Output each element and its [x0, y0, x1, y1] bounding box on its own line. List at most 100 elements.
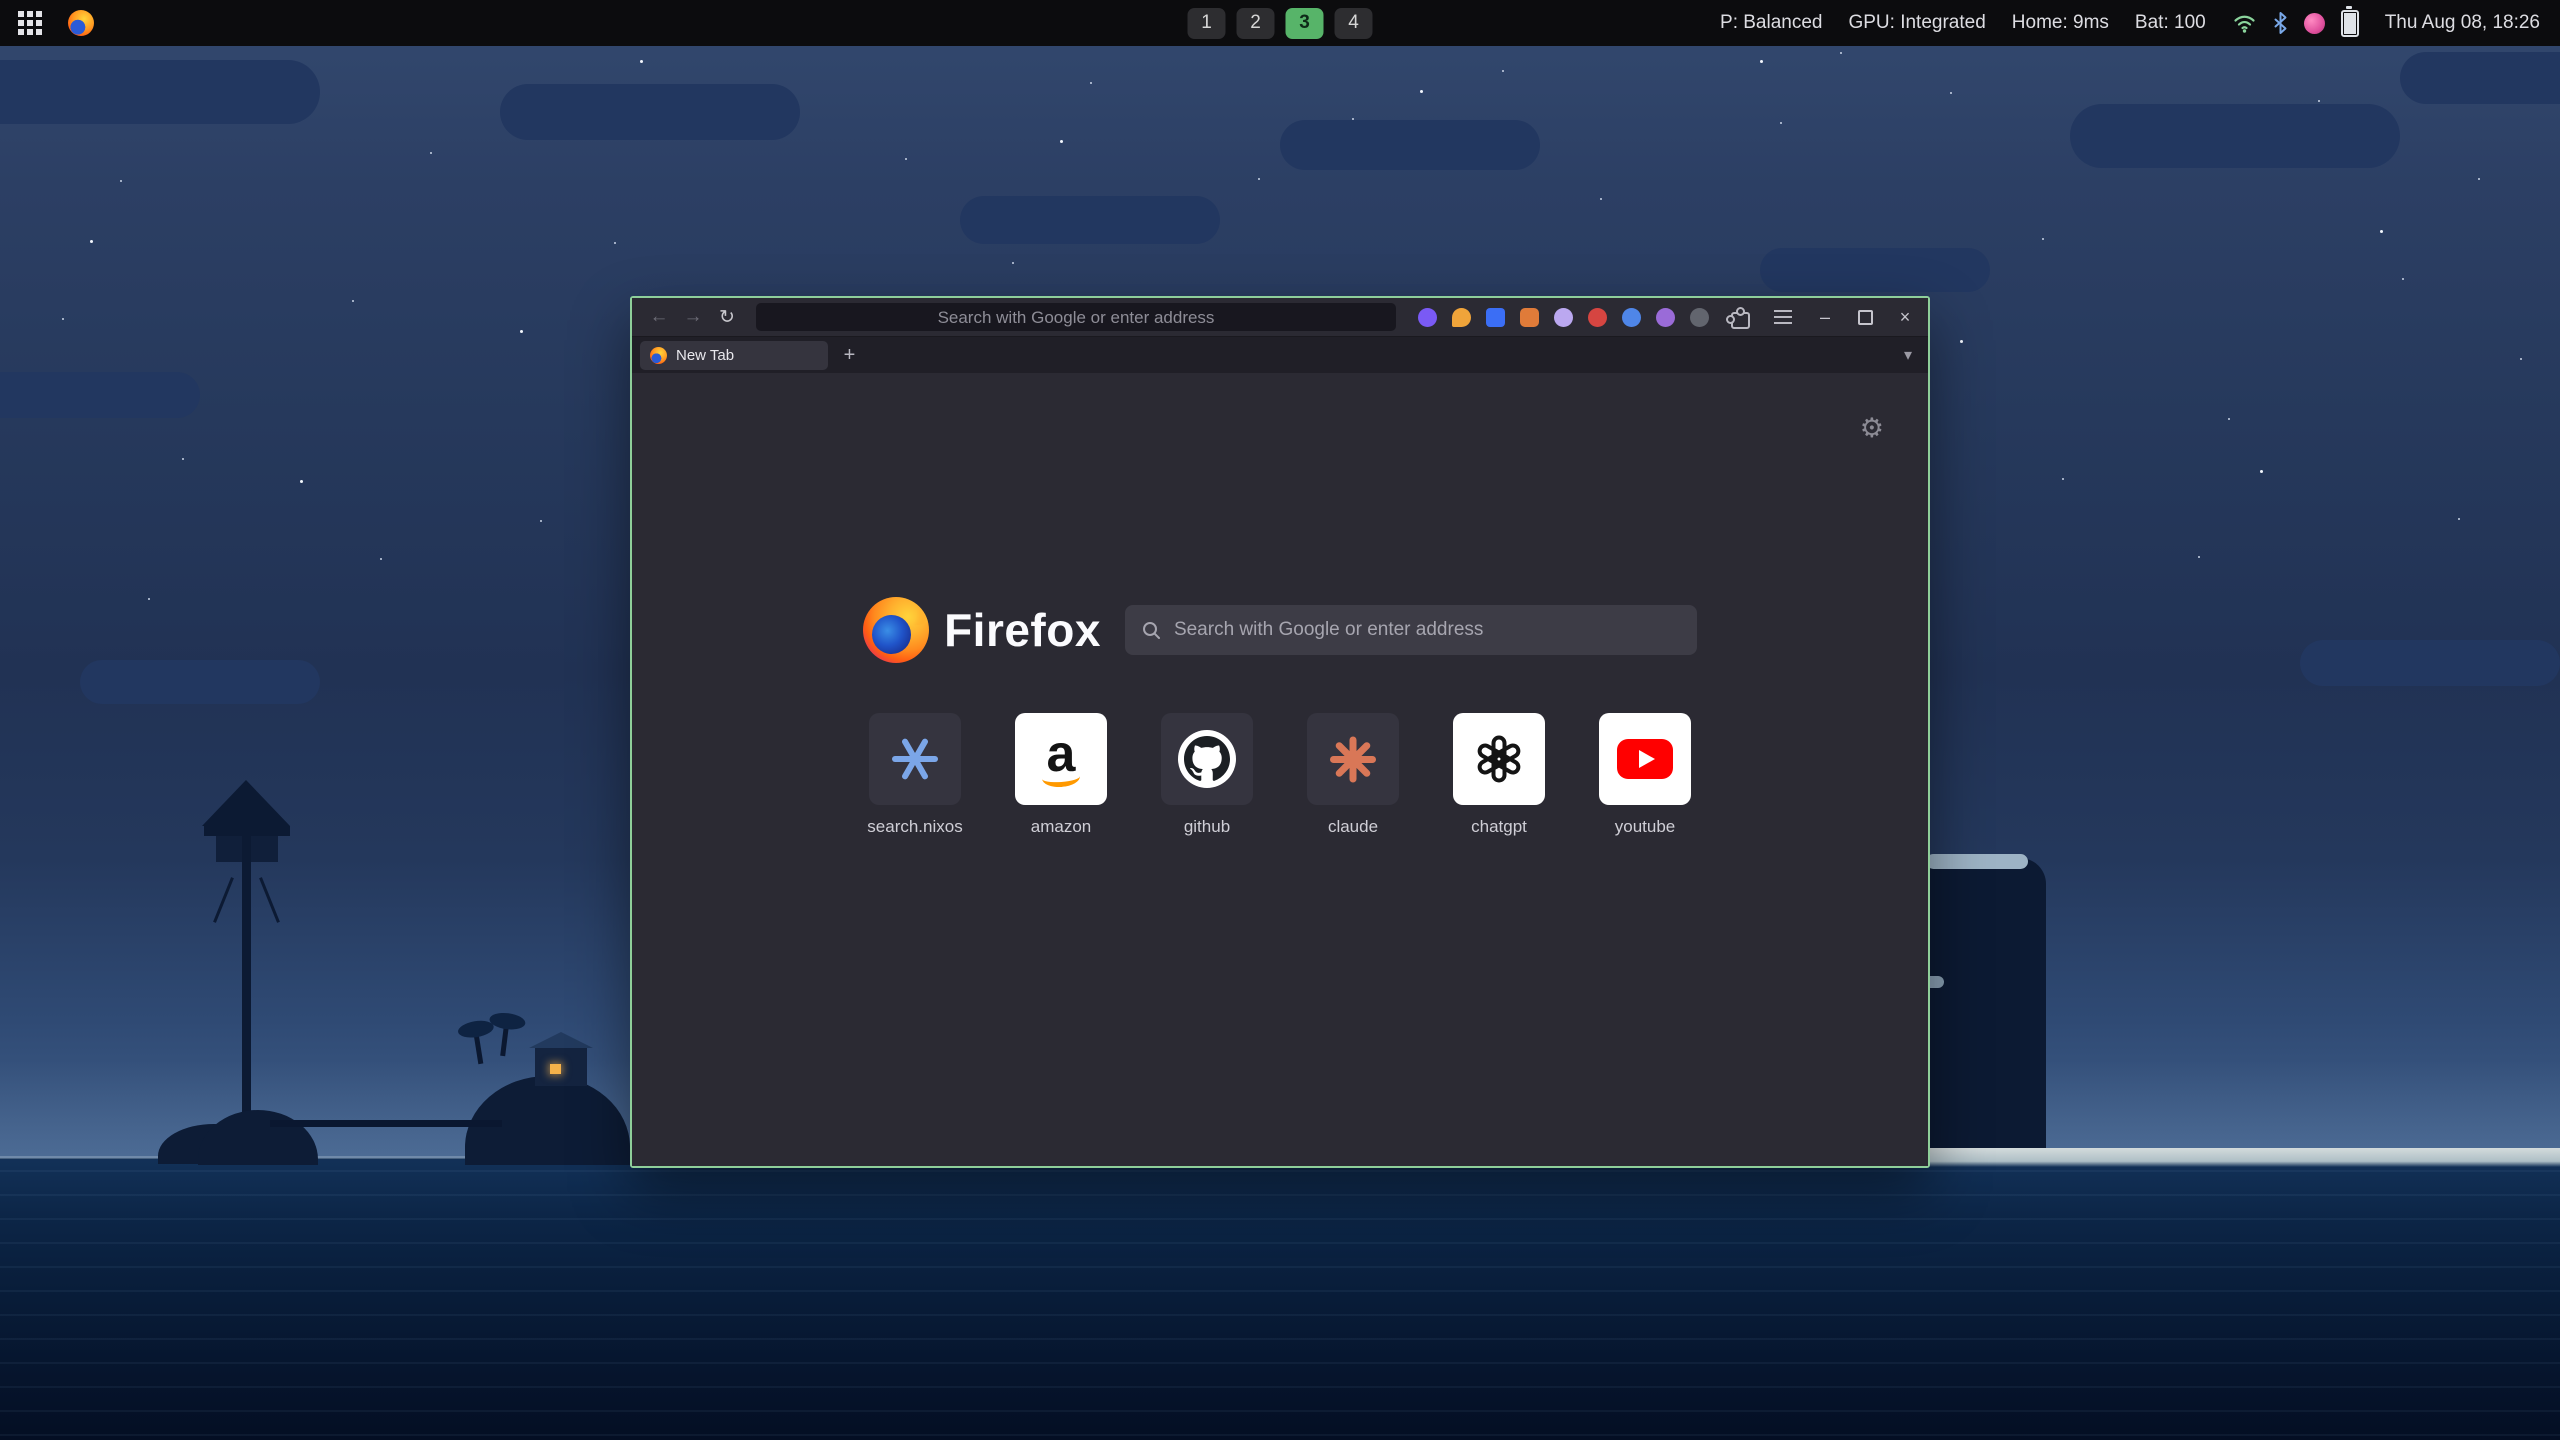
extension-icon-4[interactable] — [1520, 308, 1539, 327]
shortcuts-row: search.nixos a amazon — [868, 713, 1692, 837]
hotspot-icon[interactable] — [2304, 13, 2325, 34]
firefox-wordmark: Firefox — [944, 603, 1101, 657]
youtube-play-icon — [1617, 739, 1673, 779]
shortcut-tile[interactable] — [1453, 713, 1545, 805]
shortcut-claude[interactable]: claude — [1306, 713, 1400, 837]
workspace-button-4[interactable]: 4 — [1335, 8, 1373, 39]
shortcut-label: chatgpt — [1471, 817, 1527, 837]
gpu-status: GPU: Integrated — [1848, 12, 1985, 34]
cloud — [1760, 248, 1990, 292]
navigation-toolbar: ← → ↻ – × — [632, 298, 1928, 337]
cloud — [1280, 120, 1540, 170]
claude-starburst-icon — [1330, 736, 1376, 782]
extension-icon-2[interactable] — [1452, 308, 1471, 327]
cloud — [0, 60, 320, 124]
firefox-logo — [863, 597, 929, 663]
workspace-button-2[interactable]: 2 — [1237, 8, 1275, 39]
cloud — [2400, 52, 2560, 104]
hut-window-light — [550, 1064, 561, 1074]
shortcut-label: search.nixos — [867, 817, 962, 837]
shortcut-chatgpt[interactable]: chatgpt — [1452, 713, 1546, 837]
topbar-right: P: Balanced GPU: Integrated Home: 9ms Ba… — [1720, 10, 2560, 37]
shortcut-label: claude — [1328, 817, 1378, 837]
shortcut-tile[interactable]: a — [1015, 713, 1107, 805]
bluetooth-icon[interactable] — [2273, 11, 2288, 35]
nixos-snowflake-icon — [892, 736, 938, 782]
amazon-logo-icon: a — [1042, 731, 1080, 788]
wifi-icon[interactable] — [2232, 12, 2257, 34]
personalize-gear-icon[interactable]: ⚙ — [1860, 413, 1884, 444]
openai-logo-icon — [1475, 735, 1523, 783]
back-button[interactable]: ← — [644, 303, 674, 331]
forward-button[interactable]: → — [678, 303, 708, 331]
maximize-icon — [1858, 310, 1873, 325]
workspace-button-1[interactable]: 1 — [1188, 8, 1226, 39]
search-icon — [1141, 620, 1161, 640]
watchtower-pole — [242, 816, 251, 1138]
reload-button[interactable]: ↻ — [712, 303, 742, 331]
shortcut-search-nixos[interactable]: search.nixos — [868, 713, 962, 837]
clock: Thu Aug 08, 18:26 — [2385, 12, 2540, 34]
extension-icon-1[interactable] — [1418, 308, 1437, 327]
close-button[interactable]: × — [1894, 306, 1916, 328]
extension-icon-7[interactable] — [1622, 308, 1641, 327]
new-tab-page: ⚙ Firefox search.nixos — [632, 373, 1928, 1166]
cliff-moonlit-top — [1926, 854, 2028, 869]
amazon-smile-arrow — [1041, 767, 1080, 789]
sea-ripples — [0, 1170, 2560, 1440]
firefox-window: ← → ↻ – × — [630, 296, 1930, 1168]
shortcut-tile[interactable] — [1307, 713, 1399, 805]
cloud — [960, 196, 1220, 244]
landmass — [198, 1110, 318, 1165]
menu-icon[interactable] — [1774, 310, 1792, 324]
topbar: 1 2 3 4 P: Balanced GPU: Integrated Home… — [0, 0, 2560, 46]
battery-status: Bat: 100 — [2135, 12, 2206, 34]
watchtower-brace — [213, 877, 234, 923]
firefox-taskbar-icon[interactable] — [68, 10, 94, 36]
shortcut-tile[interactable] — [1599, 713, 1691, 805]
extension-icon-3[interactable] — [1486, 308, 1505, 327]
window-controls: – × — [1814, 306, 1916, 328]
tab-label: New Tab — [676, 347, 734, 364]
minimize-button[interactable]: – — [1814, 306, 1836, 328]
cloud — [2300, 640, 2560, 686]
tab-new-tab[interactable]: New Tab — [640, 341, 828, 370]
desktop: 1 2 3 4 P: Balanced GPU: Integrated Home… — [0, 0, 2560, 1440]
new-tab-button[interactable]: + — [836, 342, 863, 369]
maximize-button[interactable] — [1854, 306, 1876, 328]
cloud — [500, 84, 800, 140]
beach-strip — [1900, 1148, 2560, 1167]
cloud — [80, 660, 320, 704]
cloud — [0, 372, 200, 418]
shortcut-tile[interactable] — [869, 713, 961, 805]
workspace-button-3-active[interactable]: 3 — [1286, 8, 1324, 39]
shortcut-youtube[interactable]: youtube — [1598, 713, 1692, 837]
shortcut-amazon[interactable]: a amazon — [1014, 713, 1108, 837]
url-input[interactable] — [756, 303, 1396, 333]
ping-status: Home: 9ms — [2012, 12, 2109, 34]
palm-tree — [474, 1034, 484, 1064]
extension-icon-8[interactable] — [1656, 308, 1675, 327]
pier — [270, 1120, 502, 1127]
github-octocat-icon — [1178, 730, 1236, 788]
island-left — [150, 780, 630, 1165]
extension-icon-5[interactable] — [1554, 308, 1573, 327]
shortcut-label: github — [1184, 817, 1230, 837]
extensions-puzzle-icon[interactable] — [1731, 312, 1750, 329]
shortcut-label: amazon — [1031, 817, 1091, 837]
shortcut-tile[interactable] — [1161, 713, 1253, 805]
cloud — [2070, 104, 2400, 168]
cliff — [1912, 858, 2046, 1160]
battery-icon[interactable] — [2341, 10, 2359, 37]
extension-icon-6[interactable] — [1588, 308, 1607, 327]
tab-overflow-chevron-icon[interactable]: ▾ — [1904, 345, 1920, 365]
system-tray — [2232, 10, 2359, 37]
newtab-search-box — [1125, 605, 1697, 655]
shortcut-github[interactable]: github — [1160, 713, 1254, 837]
watchtower-brace — [259, 877, 280, 923]
extension-icon-9[interactable] — [1690, 308, 1709, 327]
apps-grid-icon[interactable] — [18, 11, 24, 17]
newtab-search-input[interactable] — [1172, 618, 1681, 642]
extension-toolbar — [1418, 308, 1709, 327]
hero-row: Firefox — [863, 597, 1697, 663]
